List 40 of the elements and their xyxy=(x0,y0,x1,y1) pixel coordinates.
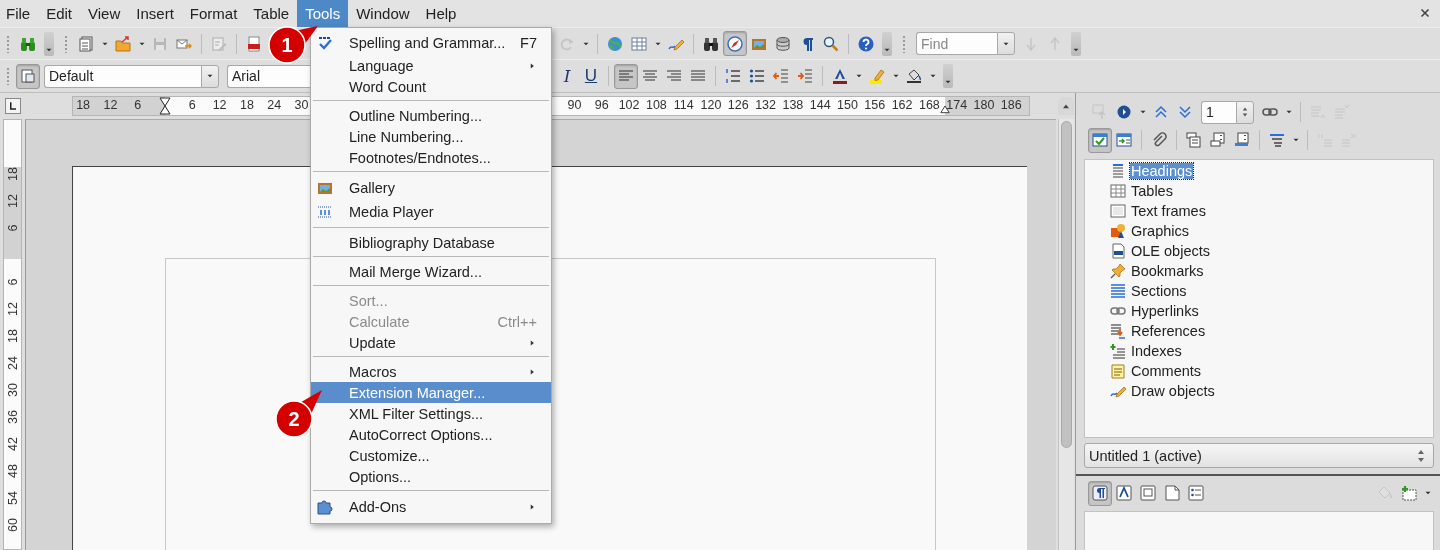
ruler-number: 132 xyxy=(755,98,776,112)
ruler-number: 168 xyxy=(918,98,940,112)
ruler-number: 138 xyxy=(782,98,804,112)
ruler-number: 150 xyxy=(837,98,858,112)
ruler-number: 12 xyxy=(5,194,20,208)
ruler-number: 24 xyxy=(5,356,20,370)
ruler-number: 30 xyxy=(294,98,309,112)
ruler-number: 126 xyxy=(727,98,749,112)
ruler-number: 186 xyxy=(1000,98,1022,112)
ruler-number: 114 xyxy=(673,98,694,112)
shortcut-label: F7 xyxy=(520,35,537,51)
ruler-number: 18 xyxy=(5,167,20,181)
ruler-number: 6 xyxy=(188,98,196,112)
ruler-number: 36 xyxy=(5,410,20,424)
ruler-number: 18 xyxy=(76,98,91,112)
ruler-number: 12 xyxy=(5,302,20,316)
ruler-number: 48 xyxy=(5,464,20,478)
ruler-number: 18 xyxy=(5,329,20,343)
ruler-number: 42 xyxy=(5,437,20,451)
ruler-number: 60 xyxy=(5,518,20,532)
ruler-number: 12 xyxy=(103,98,118,112)
ruler-number: 54 xyxy=(5,491,20,505)
ruler-number: 120 xyxy=(700,98,722,112)
ruler-number: 144 xyxy=(809,98,831,112)
ruler-number: 90 xyxy=(567,98,582,112)
ruler-number: 6 xyxy=(5,278,20,286)
ruler-number: 6 xyxy=(134,98,142,112)
shortcut-label: Ctrl++ xyxy=(497,313,537,330)
ruler-number: 156 xyxy=(864,98,886,112)
ruler-number: 96 xyxy=(594,98,609,112)
ruler-number: 12 xyxy=(212,98,227,112)
ruler-number: 162 xyxy=(891,98,913,112)
ruler-number: 24 xyxy=(267,98,282,112)
ruler-number: 108 xyxy=(645,98,667,112)
ruler-number: 180 xyxy=(973,98,995,112)
ruler-number: 30 xyxy=(5,383,20,397)
ruler-number: 174 xyxy=(946,98,968,112)
ruler-number: 6 xyxy=(5,224,20,232)
ruler-number: 102 xyxy=(618,98,640,112)
ruler-number: 18 xyxy=(239,98,254,112)
